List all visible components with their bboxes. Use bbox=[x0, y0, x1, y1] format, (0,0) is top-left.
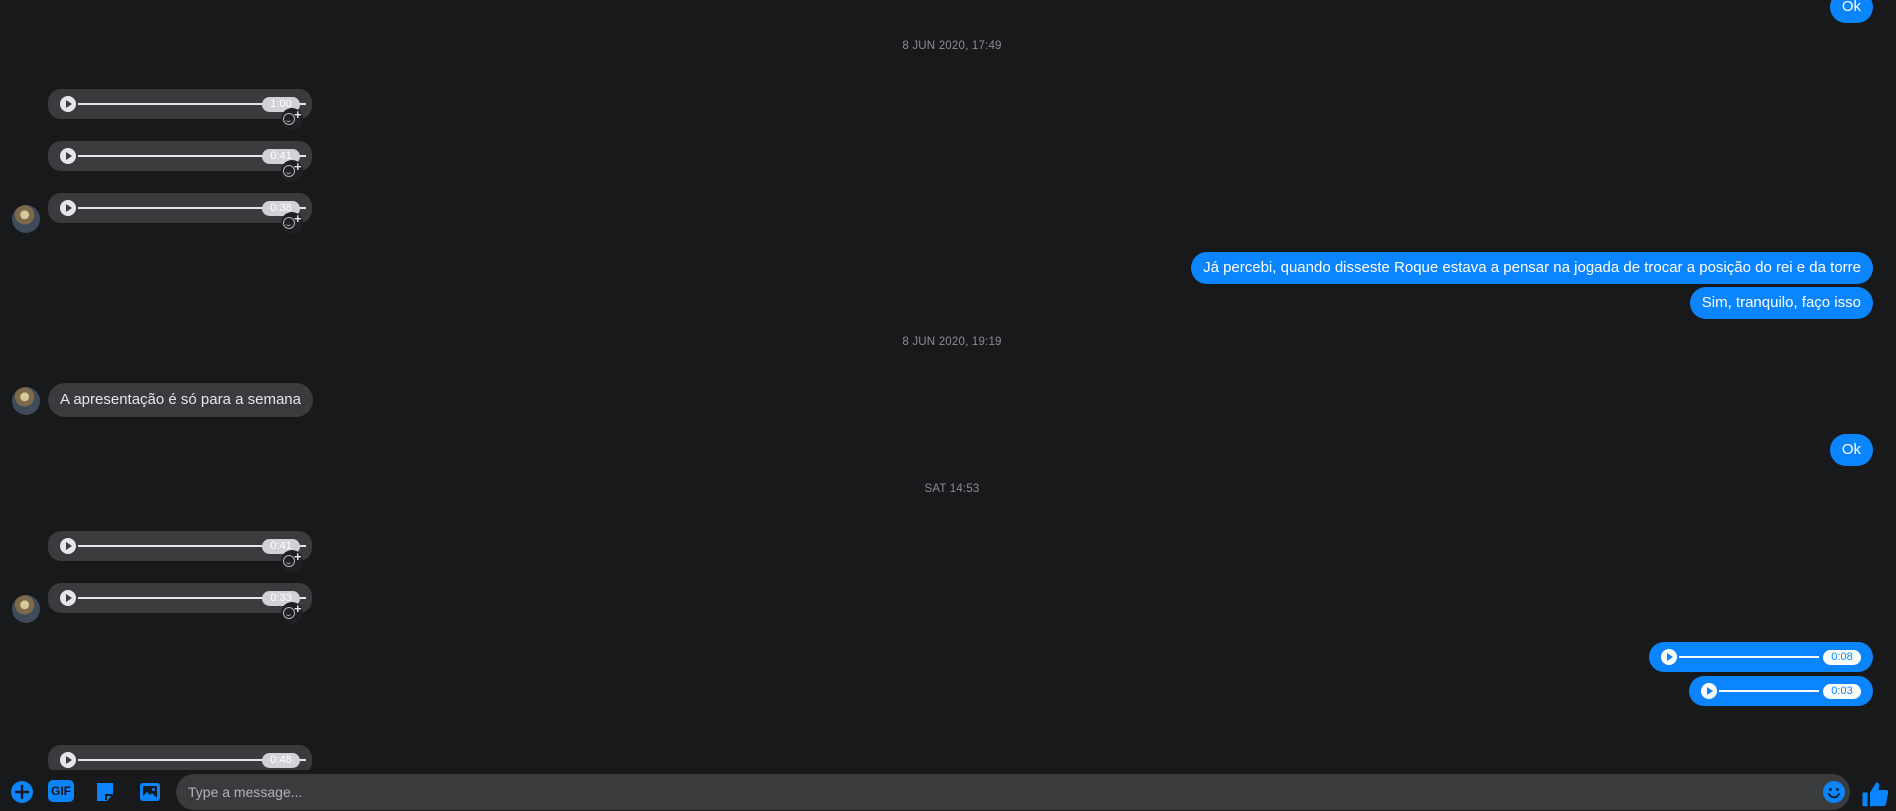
add-reaction-button[interactable]: + bbox=[281, 549, 303, 572]
message-text: Sim, tranquilo, faço isso bbox=[1701, 294, 1861, 311]
gif-icon[interactable]: GIF bbox=[48, 780, 74, 802]
audio-message[interactable]: 0:41 bbox=[48, 531, 312, 561]
message-text: Ok bbox=[1841, 441, 1861, 458]
play-icon[interactable] bbox=[1701, 683, 1717, 699]
chat-window: Ok 8 JUN 2020, 17:49 1:00 + 0:41 + 0:38 … bbox=[0, 0, 1896, 811]
audio-message[interactable]: 0:41 bbox=[48, 141, 312, 171]
play-icon[interactable] bbox=[60, 590, 76, 606]
plus-icon: + bbox=[294, 107, 302, 122]
audio-progress-track[interactable] bbox=[1719, 690, 1819, 692]
contact-avatar[interactable] bbox=[12, 205, 40, 233]
plus-icon: + bbox=[294, 549, 302, 564]
contact-avatar[interactable] bbox=[12, 387, 40, 415]
play-icon[interactable] bbox=[60, 96, 76, 112]
gif-label: GIF bbox=[51, 784, 71, 798]
play-icon[interactable] bbox=[60, 200, 76, 216]
audio-duration: 0:48 bbox=[262, 753, 300, 768]
message-text: Ok bbox=[1841, 0, 1861, 15]
play-icon[interactable] bbox=[1661, 649, 1677, 665]
conversation-timestamp: SAT 14:53 bbox=[924, 483, 980, 495]
audio-progress-track[interactable] bbox=[1679, 656, 1819, 658]
sent-message-bubble[interactable]: Sim, tranquilo, faço isso bbox=[1689, 287, 1873, 319]
conversation-timestamp: 8 JUN 2020, 19:19 bbox=[902, 336, 1002, 348]
contact-avatar[interactable] bbox=[12, 595, 40, 623]
plus-circle-icon[interactable] bbox=[10, 780, 34, 804]
sent-message-bubble[interactable]: Já percebi, quando disseste Roque estava… bbox=[1191, 252, 1873, 284]
sent-audio-message[interactable]: 0:03 bbox=[1689, 676, 1873, 706]
audio-duration: 0:08 bbox=[1823, 650, 1861, 665]
message-composer: GIF Type a message... bbox=[0, 770, 1896, 811]
add-reaction-button[interactable]: + bbox=[281, 159, 303, 182]
sent-message-bubble[interactable]: Ok bbox=[1829, 0, 1873, 23]
audio-duration: 0:03 bbox=[1823, 684, 1861, 699]
add-reaction-button[interactable]: + bbox=[281, 211, 303, 234]
audio-message[interactable]: 1:00 bbox=[48, 89, 312, 119]
message-text: A apresentação é só para a semana bbox=[60, 391, 301, 408]
received-message-bubble[interactable]: A apresentação é só para a semana bbox=[48, 383, 313, 417]
plus-icon: + bbox=[294, 211, 302, 226]
sticker-icon[interactable] bbox=[93, 780, 117, 804]
play-icon[interactable] bbox=[60, 752, 76, 768]
photo-icon[interactable] bbox=[138, 780, 162, 804]
smile-emoji-icon[interactable] bbox=[1822, 780, 1846, 804]
thumbs-up-icon[interactable] bbox=[1860, 780, 1890, 810]
plus-icon: + bbox=[294, 159, 302, 174]
message-input[interactable]: Type a message... bbox=[176, 774, 1850, 810]
plus-icon: + bbox=[294, 601, 302, 616]
sent-message-bubble[interactable]: Ok bbox=[1829, 434, 1873, 466]
message-text: Já percebi, quando disseste Roque estava… bbox=[1203, 259, 1861, 276]
sent-audio-message[interactable]: 0:08 bbox=[1649, 642, 1873, 672]
audio-message[interactable]: 0:38 bbox=[48, 193, 312, 223]
conversation-timestamp: 8 JUN 2020, 17:49 bbox=[902, 40, 1002, 52]
play-icon[interactable] bbox=[60, 538, 76, 554]
add-reaction-button[interactable]: + bbox=[281, 601, 303, 624]
audio-message[interactable]: 0:33 bbox=[48, 583, 312, 613]
play-icon[interactable] bbox=[60, 148, 76, 164]
message-placeholder: Type a message... bbox=[188, 784, 303, 800]
add-reaction-button[interactable]: + bbox=[281, 107, 303, 130]
